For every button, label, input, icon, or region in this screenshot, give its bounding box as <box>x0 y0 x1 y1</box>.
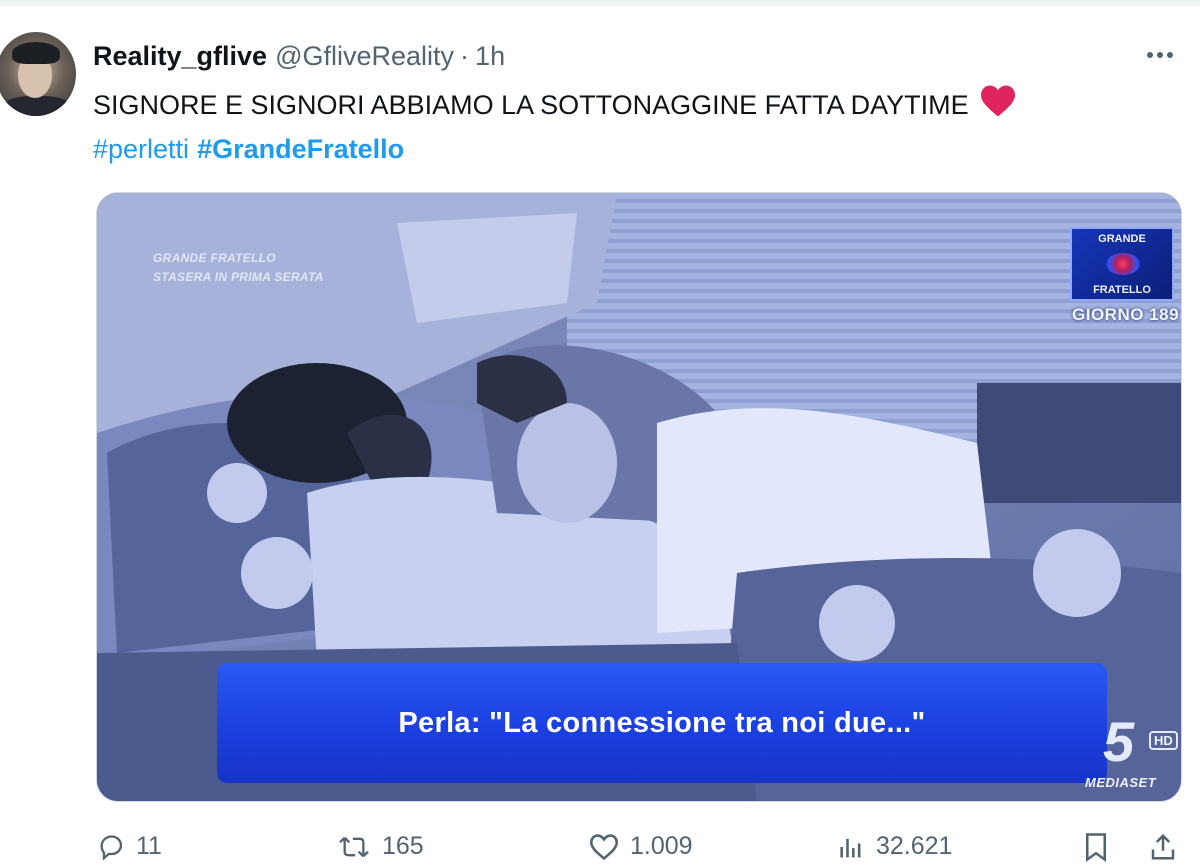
user-handle[interactable]: @GfliveReality <box>275 41 454 72</box>
reply-icon <box>100 834 123 861</box>
like-count: 1.009 <box>630 832 693 860</box>
like-button[interactable]: 1.009 <box>588 832 693 861</box>
hashtag-grandefratello[interactable]: #GrandeFratello <box>197 134 404 164</box>
heart-icon <box>589 833 619 860</box>
views-button[interactable]: 32.621 <box>836 832 952 861</box>
day-counter: GIORNO 189 <box>1072 305 1180 324</box>
avatar[interactable] <box>0 32 76 116</box>
view-count: 32.621 <box>876 832 953 860</box>
more-options-icon[interactable] <box>1140 40 1180 70</box>
channel-logo: 5 HD MEDIASET <box>1085 709 1179 799</box>
video-caption: Perla: "La connessione tra noi due..." <box>217 663 1107 783</box>
reply-button[interactable]: 11 <box>96 832 162 861</box>
video-watermark: GRANDE FRATELLO STASERA IN PRIMA SERATA <box>153 251 324 284</box>
tweet-actions: 11 165 1.009 32.621 <box>0 826 1200 866</box>
retweet-icon <box>339 836 369 857</box>
timestamp[interactable]: 1h <box>475 41 505 72</box>
tweet-text: SIGNORE E SIGNORI ABBIAMO LA SOTTONAGGIN… <box>93 84 1173 168</box>
retweet-button[interactable]: 165 <box>336 832 424 861</box>
tweet-media-video[interactable]: GRANDE FRATELLO STASERA IN PRIMA SERATA … <box>96 192 1182 802</box>
analytics-icon <box>840 838 861 857</box>
separator-dot: · <box>460 40 470 71</box>
share-button[interactable] <box>1148 832 1188 862</box>
retweet-count: 165 <box>382 832 424 860</box>
caption-text: Perla: "La connessione tra noi due..." <box>398 706 926 739</box>
reply-count: 11 <box>136 832 162 860</box>
share-icon <box>1151 833 1175 860</box>
hashtag-perletti[interactable]: #perletti <box>93 134 189 164</box>
grande-fratello-logo: GRANDE FRATELLO <box>1070 227 1174 301</box>
tweet-header: Reality_gflive @GfliveReality · 1h <box>93 36 505 76</box>
display-name[interactable]: Reality_gflive <box>93 41 267 72</box>
red-heart-emoji-icon <box>979 84 1017 128</box>
bookmark-button[interactable] <box>1083 832 1119 862</box>
top-divider <box>0 0 1200 6</box>
tweet-body: SIGNORE E SIGNORI ABBIAMO LA SOTTONAGGIN… <box>93 90 969 120</box>
bookmark-icon <box>1086 833 1106 862</box>
